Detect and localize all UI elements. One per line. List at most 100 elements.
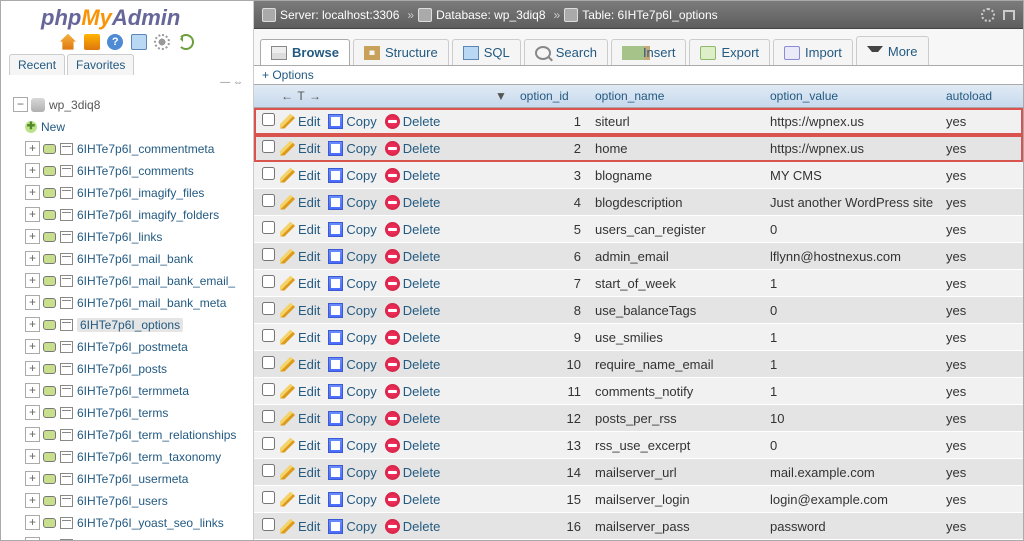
copy-link[interactable]: Copy [328, 276, 376, 291]
copy-link[interactable]: Copy [328, 141, 376, 156]
delete-link[interactable]: Delete [385, 303, 441, 318]
link-icon[interactable] [43, 518, 56, 528]
table-node[interactable]: +6IHTe7p6I_term_taxonomy [7, 446, 253, 468]
delete-link[interactable]: Delete [385, 357, 441, 372]
copy-link[interactable]: Copy [328, 492, 376, 507]
expand-icon[interactable]: + [25, 163, 40, 178]
edit-link[interactable]: Edit [280, 465, 320, 480]
table-node[interactable]: +6IHTe7p6I_term_relationships [7, 424, 253, 446]
expand-icon[interactable]: + [25, 383, 40, 398]
settings-icon[interactable] [154, 34, 170, 50]
row-checkbox[interactable] [262, 113, 275, 126]
table-node[interactable]: +6IHTe7p6I_mail_bank [7, 248, 253, 270]
expand-icon[interactable]: + [25, 251, 40, 266]
link-icon[interactable] [43, 298, 56, 308]
expand-icon[interactable]: + [25, 449, 40, 464]
expand-icon[interactable]: + [25, 405, 40, 420]
delete-link[interactable]: Delete [385, 141, 441, 156]
table-node[interactable]: +6IHTe7p6I_commentmeta [7, 138, 253, 160]
table-node[interactable]: +6IHTe7p6I_imagify_folders [7, 204, 253, 226]
table-node[interactable]: +6IHTe7p6I_mail_bank_meta [7, 292, 253, 314]
table-node[interactable]: +6IHTe7p6I_yoast_seo_meta [7, 534, 253, 540]
expand-icon[interactable]: + [25, 427, 40, 442]
link-icon[interactable] [43, 386, 56, 396]
expand-icon[interactable]: + [25, 185, 40, 200]
collapse-bar[interactable]: — ⇔ [1, 75, 253, 90]
sql-query-icon[interactable] [131, 34, 147, 50]
edit-link[interactable]: Edit [280, 330, 320, 345]
edit-link[interactable]: Edit [280, 411, 320, 426]
table-node[interactable]: +6IHTe7p6I_yoast_seo_links [7, 512, 253, 534]
delete-link[interactable]: Delete [385, 384, 441, 399]
breadcrumb-database[interactable]: Database: wp_3diq8 [418, 8, 545, 22]
breadcrumb-server[interactable]: Server: localhost:3306 [262, 8, 399, 22]
edit-link[interactable]: Edit [280, 141, 320, 156]
breadcrumb-table[interactable]: Table: 6IHTe7p6I_options [564, 8, 717, 22]
expand-icon[interactable]: + [25, 471, 40, 486]
row-checkbox[interactable] [262, 167, 275, 180]
options-link[interactable]: + Options [262, 68, 314, 82]
arrow-left-icon[interactable]: ← [280, 89, 294, 103]
copy-link[interactable]: Copy [328, 249, 376, 264]
delete-link[interactable]: Delete [385, 519, 441, 534]
row-checkbox[interactable] [262, 329, 275, 342]
edit-link[interactable]: Edit [280, 438, 320, 453]
copy-link[interactable]: Copy [328, 195, 376, 210]
expand-icon[interactable]: + [25, 295, 40, 310]
link-icon[interactable] [43, 430, 56, 440]
delete-link[interactable]: Delete [385, 249, 441, 264]
delete-link[interactable]: Delete [385, 168, 441, 183]
logout-icon[interactable] [84, 34, 100, 50]
tab-search[interactable]: Search [524, 39, 608, 65]
table-node[interactable]: +6IHTe7p6I_mail_bank_email_ [7, 270, 253, 292]
t-icon[interactable]: T [294, 89, 308, 103]
delete-link[interactable]: Delete [385, 195, 441, 210]
delete-link[interactable]: Delete [385, 330, 441, 345]
copy-link[interactable]: Copy [328, 357, 376, 372]
col-autoload[interactable]: autoload [946, 89, 992, 103]
row-checkbox[interactable] [262, 410, 275, 423]
tab-insert[interactable]: Insert [611, 39, 687, 65]
row-checkbox[interactable] [262, 275, 275, 288]
favorites-tab[interactable]: Favorites [67, 54, 134, 75]
edit-link[interactable]: Edit [280, 492, 320, 507]
table-node[interactable]: +6IHTe7p6I_posts [7, 358, 253, 380]
tab-import[interactable]: Import [773, 39, 853, 65]
docs-icon[interactable]: ? [107, 34, 123, 50]
col-option-id[interactable]: option_id [520, 89, 569, 103]
table-node[interactable]: +6IHTe7p6I_users [7, 490, 253, 512]
col-option-value[interactable]: option_value [770, 89, 838, 103]
expand-icon[interactable]: + [25, 515, 40, 530]
col-option-name[interactable]: option_name [595, 89, 664, 103]
link-icon[interactable] [43, 166, 56, 176]
row-checkbox[interactable] [262, 518, 275, 531]
expand-icon[interactable]: + [25, 361, 40, 376]
edit-link[interactable]: Edit [280, 276, 320, 291]
delete-link[interactable]: Delete [385, 411, 441, 426]
link-icon[interactable] [43, 320, 56, 330]
copy-link[interactable]: Copy [328, 411, 376, 426]
db-node[interactable]: − wp_3diq8 [7, 94, 253, 116]
delete-link[interactable]: Delete [385, 276, 441, 291]
reload-icon[interactable] [178, 34, 194, 50]
expand-icon[interactable]: + [25, 317, 40, 332]
link-icon[interactable] [43, 210, 56, 220]
expand-icon[interactable]: + [25, 537, 40, 540]
recent-tab[interactable]: Recent [9, 54, 65, 75]
copy-link[interactable]: Copy [328, 168, 376, 183]
link-icon[interactable] [43, 474, 56, 484]
edit-link[interactable]: Edit [280, 195, 320, 210]
delete-link[interactable]: Delete [385, 222, 441, 237]
row-checkbox[interactable] [262, 356, 275, 369]
new-table[interactable]: ✚ New [7, 116, 253, 138]
delete-link[interactable]: Delete [385, 114, 441, 129]
table-node[interactable]: +6IHTe7p6I_postmeta [7, 336, 253, 358]
tab-more[interactable]: More [856, 36, 929, 65]
copy-link[interactable]: Copy [328, 465, 376, 480]
table-node[interactable]: +6IHTe7p6I_usermeta [7, 468, 253, 490]
logo[interactable]: phpMyAdmin [1, 1, 253, 31]
link-icon[interactable] [43, 188, 56, 198]
tab-browse[interactable]: Browse [260, 39, 350, 65]
table-node[interactable]: +6IHTe7p6I_termmeta [7, 380, 253, 402]
expand-icon[interactable]: + [25, 207, 40, 222]
